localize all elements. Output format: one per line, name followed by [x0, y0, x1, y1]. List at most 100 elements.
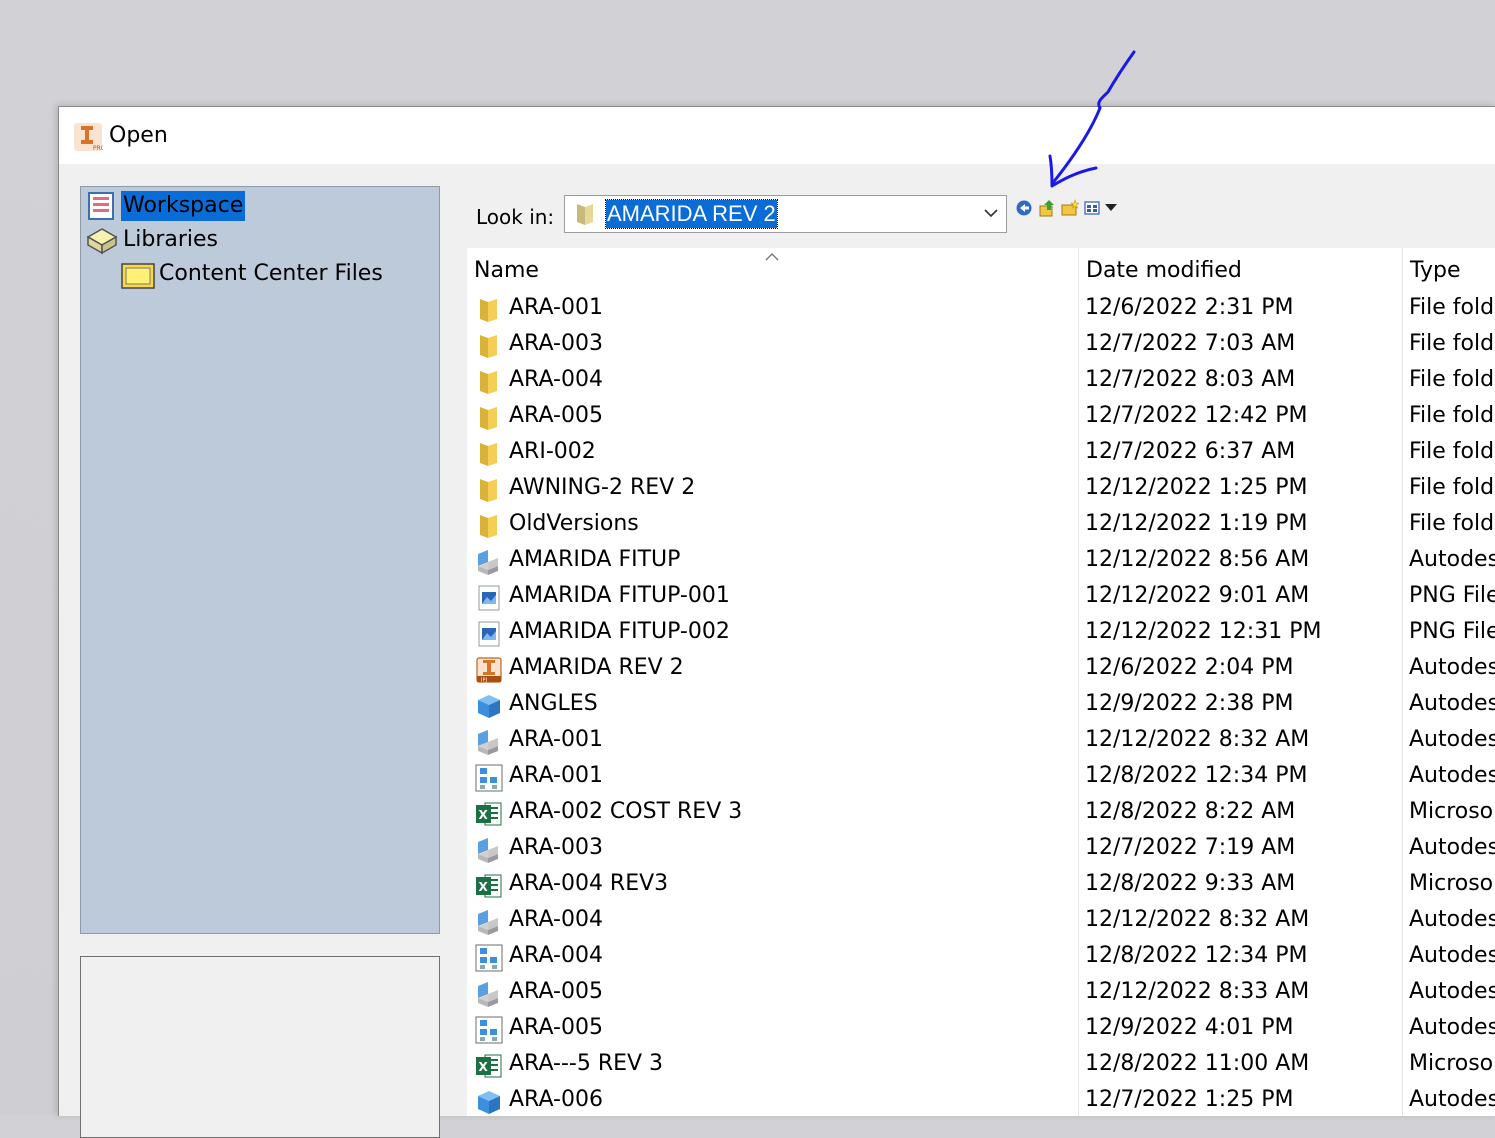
file-type: Autodes [1409, 655, 1495, 680]
file-row[interactable]: AMARIDA FITUP-002 12/12/2022 12:31 PM PNG … [467, 616, 1495, 652]
file-row[interactable]: ARA-004 12/8/2022 12:34 PM Autodes [467, 940, 1495, 976]
file-type: File fold [1409, 511, 1495, 536]
file-row[interactable]: ANGLES 12/9/2022 2:38 PM Autodes [467, 688, 1495, 724]
file-name: ARA-004 [509, 907, 603, 932]
excel-icon: X [475, 800, 503, 828]
file-row[interactable]: X ARA-002 COST REV 3 12/8/2022 8:22 AM Micr… [467, 796, 1495, 832]
image-icon [475, 584, 503, 612]
file-type: Microso [1409, 871, 1494, 896]
file-row[interactable]: OldVersions 12/12/2022 1:19 PM File fold [467, 508, 1495, 544]
file-type: Autodes [1409, 727, 1495, 752]
file-row[interactable]: ARA-004 12/12/2022 8:32 AM Autodes [467, 904, 1495, 940]
file-type: Autodes [1409, 763, 1495, 788]
file-type: Autodes [1409, 691, 1495, 716]
file-date-modified: 12/7/2022 6:37 AM [1085, 439, 1296, 464]
file-date-modified: 12/7/2022 1:25 PM [1085, 1087, 1294, 1112]
place-content-center-files[interactable]: Content Center Files [121, 259, 385, 289]
svg-text:PRO: PRO [93, 145, 103, 152]
presentation-icon [475, 944, 503, 972]
svg-text:X: X [479, 880, 489, 894]
file-type: File fold [1409, 295, 1495, 320]
file-row[interactable]: ARA-001 12/8/2022 12:34 PM Autodes [467, 760, 1495, 796]
file-type: Autodes [1409, 943, 1495, 968]
file-row[interactable]: ARA-001 12/12/2022 8:32 AM Autodes [467, 724, 1495, 760]
window-title: Open [109, 123, 168, 148]
excel-icon: X [475, 1052, 503, 1080]
excel-icon: X [475, 872, 503, 900]
assembly-icon [475, 548, 503, 576]
file-type: Autodes [1409, 907, 1495, 932]
assembly-icon [475, 728, 503, 756]
file-row[interactable]: ARA-001 12/6/2022 2:31 PM File fold [467, 292, 1495, 328]
file-date-modified: 12/12/2022 1:19 PM [1085, 511, 1308, 536]
file-row[interactable]: ARA-005 12/9/2022 4:01 PM Autodes [467, 1012, 1495, 1048]
file-type: Autodes [1409, 547, 1495, 572]
svg-text:X: X [479, 1060, 489, 1074]
file-name: ARA-001 [509, 295, 603, 320]
file-date-modified: 12/12/2022 9:01 AM [1085, 583, 1310, 608]
file-type: Autodes [1409, 979, 1495, 1004]
file-name: ARA-006 [509, 1087, 603, 1112]
file-row[interactable]: ARI-002 12/7/2022 6:37 AM File fold [467, 436, 1495, 472]
file-type: File fold [1409, 475, 1495, 500]
open-dialog: PRO Open Workspace Libraries [58, 106, 1495, 1138]
file-name: ARA-005 [509, 1015, 603, 1040]
file-type: Autodes [1409, 1087, 1495, 1112]
assembly-icon [475, 836, 503, 864]
file-name: AMARIDA FITUP-001 [509, 583, 730, 608]
look-in-dropdown[interactable]: AMARIDA REV 2 [564, 195, 1007, 233]
file-list[interactable]: Name Date modified Type ARA-001 12/6/2022… [467, 248, 1495, 1116]
column-type[interactable]: Type [1410, 258, 1461, 283]
file-row[interactable]: AMARIDA FITUP-001 12/12/2022 9:01 AM PNG F… [467, 580, 1495, 616]
file-date-modified: 12/12/2022 8:33 AM [1085, 979, 1310, 1004]
file-date-modified: 12/6/2022 2:04 PM [1085, 655, 1294, 680]
assembly-icon [475, 980, 503, 1008]
file-name: ARA-003 [509, 331, 603, 356]
column-name[interactable]: Name [474, 258, 539, 283]
file-row[interactable]: ARA-004 12/7/2022 8:03 AM File fold [467, 364, 1495, 400]
chevron-down-icon[interactable] [982, 204, 1000, 222]
new-folder-icon[interactable] [1061, 199, 1079, 217]
file-date-modified: 12/12/2022 8:32 AM [1085, 907, 1310, 932]
file-name: ANGLES [509, 691, 598, 716]
file-row[interactable]: ARA-005 12/12/2022 8:33 AM Autodes [467, 976, 1495, 1012]
title-bar: PRO Open [59, 107, 1495, 164]
place-workspace[interactable]: Workspace [85, 191, 246, 221]
file-row[interactable]: AWNING-2 REV 2 12/12/2022 1:25 PM File fol… [467, 472, 1495, 508]
file-date-modified: 12/12/2022 8:32 AM [1085, 727, 1310, 752]
file-type: File fold [1409, 439, 1495, 464]
file-type: File fold [1409, 367, 1495, 392]
autodesk-inventor-icon: PRO [74, 123, 103, 152]
file-date-modified: 12/8/2022 8:22 AM [1085, 799, 1296, 824]
file-type: PNG File [1409, 583, 1495, 608]
project-icon: IPJ [475, 656, 503, 684]
file-row[interactable]: X ARA-004 REV3 12/8/2022 9:33 AM Microso [467, 868, 1495, 904]
file-row[interactable]: ARA-003 12/7/2022 7:19 AM Autodes [467, 832, 1495, 868]
view-menu-icon[interactable] [1084, 199, 1122, 217]
file-name: ARA-005 [509, 979, 603, 1004]
file-type: Microso [1409, 799, 1494, 824]
file-row[interactable]: IPJ AMARIDA REV 2 12/6/2022 2:04 PM Autodes [467, 652, 1495, 688]
presentation-icon [475, 1016, 503, 1044]
file-row[interactable]: X ARA---5 REV 3 12/8/2022 11:00 AM Microso [467, 1048, 1495, 1084]
file-date-modified: 12/8/2022 11:00 AM [1085, 1051, 1310, 1076]
sort-ascending-icon [765, 253, 779, 261]
up-folder-icon[interactable] [1038, 199, 1056, 217]
file-type: File fold [1409, 331, 1495, 356]
file-date-modified: 12/9/2022 4:01 PM [1085, 1015, 1294, 1040]
file-name: ARA-001 [509, 763, 603, 788]
column-date-modified[interactable]: Date modified [1086, 258, 1242, 283]
back-icon[interactable] [1015, 199, 1033, 217]
file-name: ARA-004 [509, 943, 603, 968]
file-row[interactable]: ARA-006 12/7/2022 1:25 PM Autodes [467, 1084, 1495, 1116]
place-libraries[interactable]: Libraries [85, 225, 220, 255]
file-name: ARA-004 [509, 367, 603, 392]
places-panel[interactable]: Workspace Libraries Content Center Files [80, 186, 440, 934]
file-name: AMARIDA REV 2 [509, 655, 684, 680]
folder-icon [475, 476, 503, 504]
file-row[interactable]: ARA-005 12/7/2022 12:42 PM File fold [467, 400, 1495, 436]
file-row[interactable]: ARA-003 12/7/2022 7:03 AM File fold [467, 328, 1495, 364]
file-row[interactable]: AMARIDA FITUP 12/12/2022 8:56 AM Autodes [467, 544, 1495, 580]
folder-icon [475, 440, 503, 468]
svg-text:IPJ: IPJ [481, 678, 487, 684]
